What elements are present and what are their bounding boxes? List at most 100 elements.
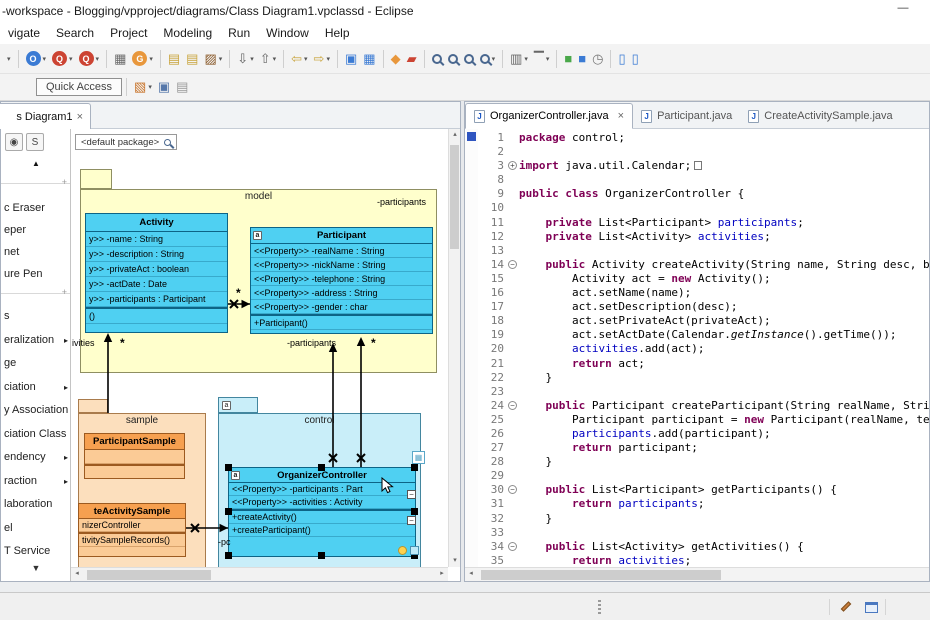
forward-icon[interactable]: ⇨▾ bbox=[312, 48, 332, 70]
statusbar-grip[interactable] bbox=[598, 600, 601, 614]
diagram-canvas[interactable]: <default package> modelsampleacontrolAct… bbox=[71, 129, 448, 567]
back-icon[interactable]: ⇦▾ bbox=[289, 48, 309, 70]
fold-collapse-icon[interactable]: − bbox=[508, 401, 517, 410]
code-area[interactable]: package control;import java.util.Calenda… bbox=[519, 131, 929, 567]
editor-tab-participant-java[interactable]: JParticipant.java bbox=[633, 103, 740, 129]
fold-collapse-icon[interactable]: − bbox=[508, 485, 517, 494]
editor-tab-organizercontroller-java[interactable]: JOrganizerController.java× bbox=[465, 103, 633, 129]
class-participant-sample[interactable]: ParticipantSample bbox=[84, 433, 185, 479]
grid-icon[interactable]: ▦ bbox=[361, 48, 377, 70]
scroll-down-icon[interactable]: ▾ bbox=[449, 555, 461, 567]
scroll-up-icon[interactable]: ▴ bbox=[449, 129, 461, 141]
collapse-compartment-icon[interactable]: − bbox=[407, 490, 416, 499]
new-class-icon[interactable]: G▾ bbox=[130, 48, 155, 70]
palette-item-laboration[interactable]: laboration bbox=[1, 495, 71, 514]
class-create-activity-sample[interactable]: teActivitySamplenizerControllertivitySam… bbox=[78, 503, 186, 557]
selection-handle[interactable] bbox=[225, 464, 232, 471]
sweeper-tool-button[interactable]: S bbox=[26, 133, 44, 151]
palette-item-eper[interactable]: eper bbox=[1, 221, 71, 240]
workspace-caret-icon[interactable]: ▾ bbox=[3, 48, 13, 70]
menu-item-search[interactable]: Search bbox=[48, 24, 102, 42]
export-image-icon[interactable]: ▣ bbox=[343, 48, 359, 70]
scroll-left-icon[interactable]: ◂ bbox=[71, 568, 83, 580]
zoom-out-icon[interactable] bbox=[446, 48, 460, 70]
palette-item-ge[interactable]: ge bbox=[1, 354, 71, 373]
zoom-level-icon[interactable]: ▾ bbox=[478, 48, 498, 70]
horizontal-scrollbar-thumb[interactable] bbox=[481, 570, 721, 580]
new-diagram-icon[interactable]: ▧▾ bbox=[132, 76, 154, 98]
collapse-compartment-icon[interactable]: − bbox=[407, 516, 416, 525]
shape-icon[interactable]: ◆ bbox=[389, 48, 403, 70]
minimize-button[interactable]: — bbox=[888, 2, 918, 14]
open-model-icon[interactable]: ▤ bbox=[166, 48, 182, 70]
palette-resize-handle[interactable]: + bbox=[62, 177, 67, 187]
scroll-right-icon[interactable]: ▸ bbox=[436, 568, 448, 580]
horizontal-scrollbar-thumb[interactable] bbox=[87, 570, 211, 580]
run-icon[interactable]: Q▾ bbox=[50, 48, 75, 70]
quick-access-button[interactable]: Quick Access bbox=[36, 78, 122, 96]
palette-item-eralization[interactable]: eralization▸ bbox=[1, 331, 71, 350]
doc-c-icon[interactable]: ▯ bbox=[630, 48, 641, 70]
zoom-in-icon[interactable] bbox=[430, 48, 444, 70]
zoom-reset-icon[interactable] bbox=[462, 48, 476, 70]
selection-handle[interactable] bbox=[411, 464, 418, 471]
palette-item-urepen[interactable]: ure Pen bbox=[1, 265, 71, 284]
palette-item-ciationclass[interactable]: ciation Class bbox=[1, 425, 71, 444]
layer-icon[interactable]: ▥▾ bbox=[508, 48, 530, 70]
package-breadcrumb[interactable]: <default package> bbox=[75, 134, 177, 150]
tab-class-diagram1[interactable]: s Diagram1 × bbox=[0, 103, 91, 129]
editor-tab-createactivitysample-java[interactable]: JCreateActivitySample.java bbox=[740, 103, 900, 129]
menu-item-vigate[interactable]: vigate bbox=[0, 24, 48, 42]
palette-resize-handle[interactable]: + bbox=[62, 287, 67, 297]
palette-item-ciation[interactable]: ciation▸ bbox=[1, 378, 71, 397]
fold-expand-icon[interactable]: + bbox=[508, 161, 517, 170]
close-tab-icon[interactable]: × bbox=[618, 110, 624, 122]
align-icon[interactable]: ▔▾ bbox=[532, 48, 552, 70]
palette-item-s[interactable]: s bbox=[1, 307, 71, 326]
fold-collapse-icon[interactable]: − bbox=[508, 260, 517, 269]
selection-handle[interactable] bbox=[318, 552, 325, 559]
pencil-icon[interactable]: ▰ bbox=[405, 48, 419, 70]
close-tab-icon[interactable]: × bbox=[77, 111, 83, 123]
palette-item-endency[interactable]: endency▸ bbox=[1, 448, 71, 467]
doc-r-icon[interactable]: ▯ bbox=[616, 48, 627, 70]
subdiagram-icon[interactable]: ▦ bbox=[412, 451, 425, 464]
selection-handle[interactable] bbox=[411, 508, 418, 515]
canvas-horizontal-scrollbar[interactable]: ◂ ▸ bbox=[71, 567, 448, 581]
debug-icon[interactable]: O▾ bbox=[24, 48, 49, 70]
class-activity[interactable]: Activityy>> -name : Stringy>> -descripti… bbox=[85, 213, 228, 333]
palette-green-icon[interactable]: ■ bbox=[562, 48, 574, 70]
java-editor[interactable]: 1238910111213141516171819202122232425262… bbox=[465, 129, 929, 567]
run-external-icon[interactable]: Q▾ bbox=[77, 48, 102, 70]
editor-horizontal-scrollbar[interactable]: ◂ bbox=[465, 567, 929, 581]
menu-item-window[interactable]: Window bbox=[258, 24, 317, 42]
palette-blue-icon[interactable]: ■ bbox=[576, 48, 588, 70]
menu-item-help[interactable]: Help bbox=[317, 24, 358, 42]
save-all-icon[interactable]: ▤ bbox=[174, 76, 190, 98]
vertical-scrollbar-thumb[interactable] bbox=[450, 145, 459, 249]
selection-handle[interactable] bbox=[318, 464, 325, 471]
canvas-vertical-scrollbar[interactable]: ▴ ▾ bbox=[448, 129, 460, 567]
menu-item-run[interactable]: Run bbox=[220, 24, 258, 42]
class-participant[interactable]: aParticipant<<Property>> -realName : Str… bbox=[250, 227, 433, 334]
menu-item-modeling[interactable]: Modeling bbox=[155, 24, 220, 42]
pan-tool-button[interactable]: ◉ bbox=[5, 133, 23, 151]
palette-item-ceraser[interactable]: c Eraser bbox=[1, 199, 71, 218]
selection-handle[interactable] bbox=[225, 552, 232, 559]
pull-down-icon[interactable]: ⇩▾ bbox=[235, 48, 255, 70]
palette-item-yassociation[interactable]: y Association bbox=[1, 401, 71, 420]
recent-icon[interactable]: ◷ bbox=[590, 48, 605, 70]
fold-collapse-icon[interactable]: − bbox=[508, 542, 517, 551]
pull-up-icon[interactable]: ⇧▾ bbox=[258, 48, 278, 70]
scroll-left-icon[interactable]: ◂ bbox=[465, 568, 477, 580]
palette-item-tservice[interactable]: T Service bbox=[1, 542, 71, 561]
palette-item-net[interactable]: net bbox=[1, 243, 71, 262]
console-icon[interactable] bbox=[865, 602, 878, 613]
palette-collapse-icon[interactable]: ▲ bbox=[1, 159, 71, 168]
new-java-project-icon[interactable]: ▦ bbox=[112, 48, 128, 70]
save-icon[interactable]: ▣ bbox=[156, 76, 172, 98]
palette-more-icon[interactable]: ▼ bbox=[1, 563, 71, 573]
open-diagram-icon[interactable]: ▤ bbox=[184, 48, 200, 70]
format-icon[interactable]: ▨▾ bbox=[202, 48, 224, 70]
palette-item-raction[interactable]: raction▸ bbox=[1, 472, 71, 491]
